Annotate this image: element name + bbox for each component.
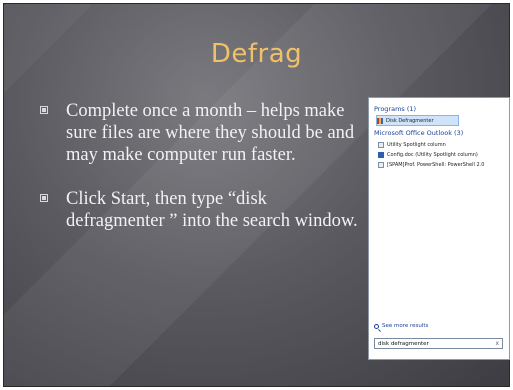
mail-icon (378, 141, 384, 148)
search-icon (374, 323, 379, 329)
result-item[interactable]: Utility Spotlight column (378, 140, 505, 149)
mail-icon (378, 161, 384, 168)
section-heading-outlook: Microsoft Office Outlook (3) (374, 129, 464, 137)
search-input-value: disk defragmenter (378, 340, 429, 347)
result-label: Disk Defragmenter (386, 117, 434, 124)
slide-title: Defrag (210, 39, 303, 69)
see-more-results-link[interactable]: See more results (374, 323, 428, 329)
result-item[interactable]: Config.doc (Utility Spotlight column) (378, 150, 505, 159)
square-bullet-icon (40, 194, 48, 202)
result-label: Utility Spotlight column (387, 141, 446, 148)
bullet-list: Complete once a month – helps make sure … (28, 100, 358, 254)
section-heading-programs: Programs (1) (374, 105, 417, 113)
start-search-input[interactable]: disk defragmenter x (374, 338, 503, 349)
see-more-label: See more results (382, 323, 429, 329)
clear-search-icon[interactable]: x (495, 340, 499, 347)
result-label: [SPAM]Prof. PowerShell: PowerShell 2.0 (387, 161, 485, 168)
defrag-icon (377, 117, 383, 124)
bullet-text: Complete once a month – helps make sure … (66, 101, 355, 165)
word-document-icon (378, 151, 384, 158)
bullet-item: Complete once a month – helps make sure … (28, 100, 358, 166)
result-label: Config.doc (Utility Spotlight column) (387, 151, 478, 158)
result-item[interactable]: [SPAM]Prof. PowerShell: PowerShell 2.0 (378, 160, 505, 169)
slide: Defrag Complete once a month – helps mak… (3, 3, 510, 387)
result-disk-defragmenter[interactable]: Disk Defragmenter (376, 115, 459, 126)
bullet-item: Click Start, then type “disk defragmente… (28, 188, 358, 232)
bullet-text: Click Start, then type “disk defragmente… (66, 189, 358, 231)
start-menu-screenshot: Programs (1) Disk Defragmenter Microsoft… (368, 97, 510, 360)
square-bullet-icon (40, 106, 48, 114)
